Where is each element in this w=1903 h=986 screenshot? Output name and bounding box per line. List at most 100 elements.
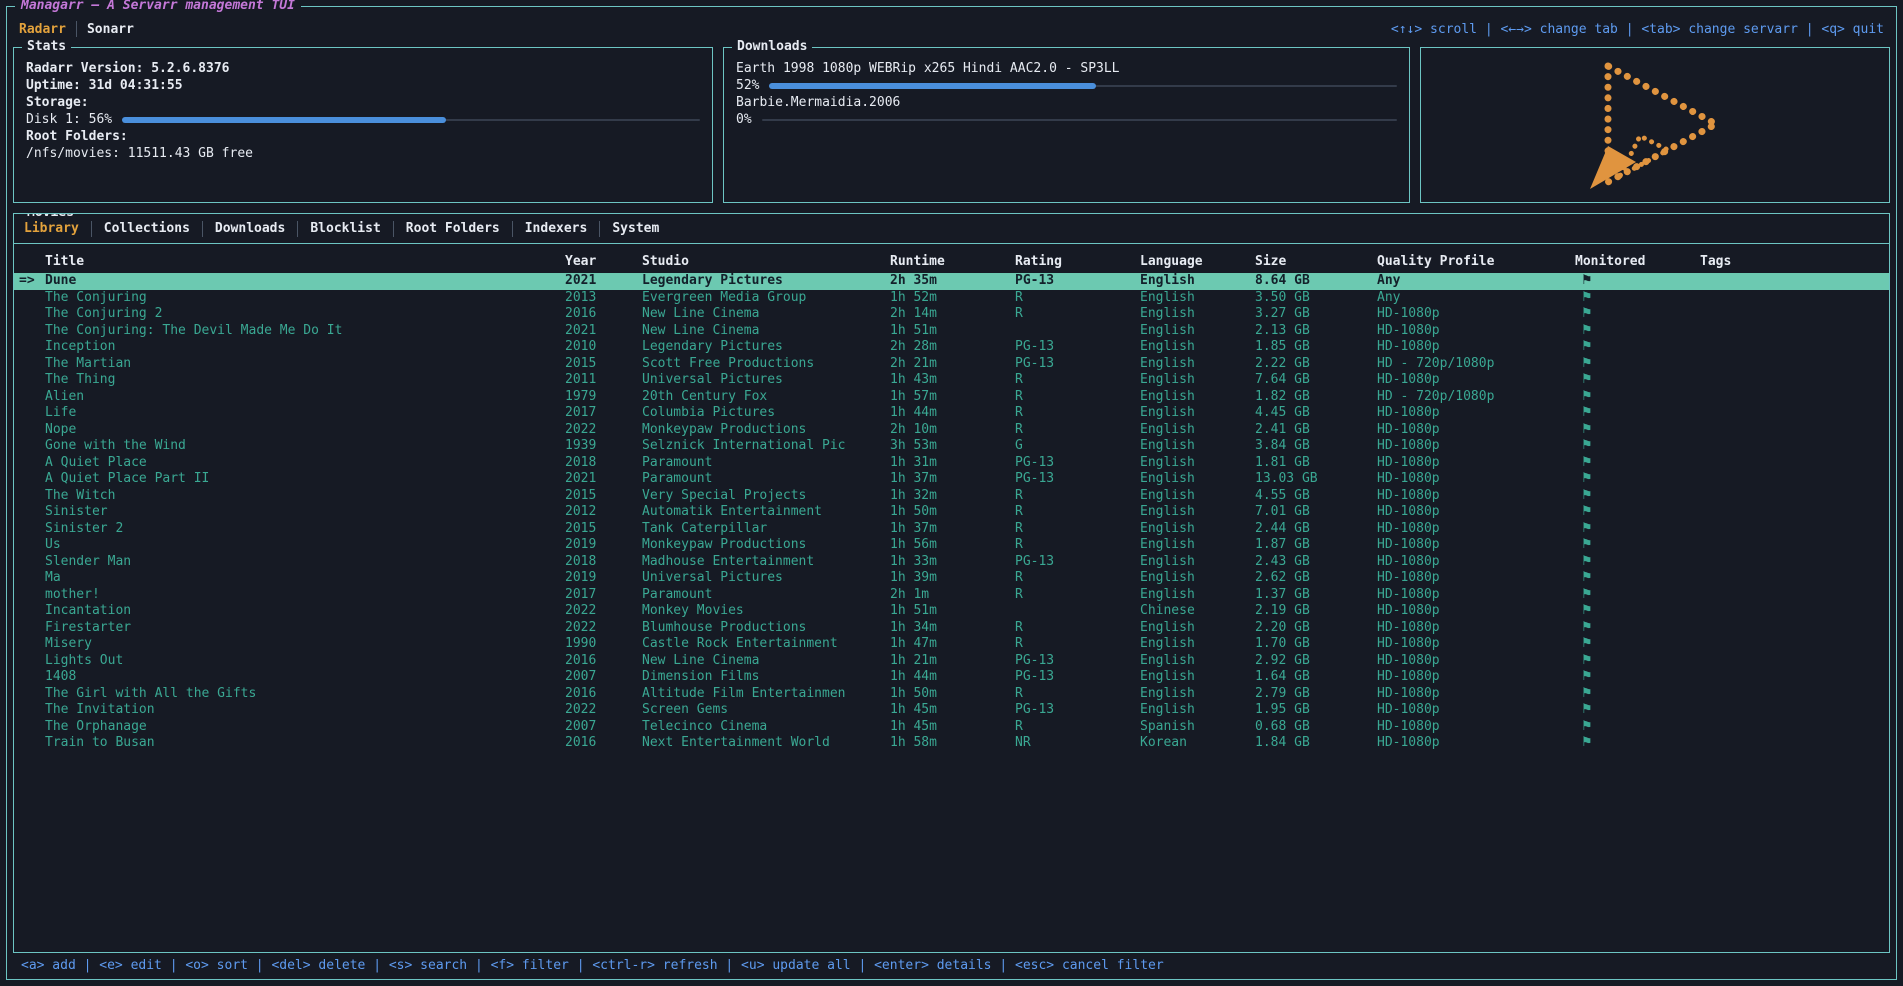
cell-studio: Castle Rock Entertainment: [642, 636, 890, 653]
tab-system[interactable]: System: [612, 221, 659, 236]
monitored-icon: ⚑: [1575, 686, 1700, 703]
monitored-icon: ⚑: [1575, 653, 1700, 670]
table-row[interactable]: The Conjuring2013Evergreen Media Group1h…: [14, 290, 1889, 307]
header-runtime: Runtime: [890, 254, 1015, 269]
table-row[interactable]: Life2017Columbia Pictures1h 44mREnglish4…: [14, 405, 1889, 422]
table-row[interactable]: Ma2019Universal Pictures1h 39mREnglish2.…: [14, 570, 1889, 587]
monitored-icon: ⚑: [1575, 306, 1700, 323]
download-progress-gauge: [769, 83, 1397, 89]
cell-title: mother!: [45, 587, 565, 604]
cell-studio: New Line Cinema: [642, 306, 890, 323]
cell-language: English: [1140, 570, 1255, 587]
table-row[interactable]: Sinister2012Automatik Entertainment1h 50…: [14, 504, 1889, 521]
tab-blocklist[interactable]: Blocklist: [310, 221, 380, 236]
movies-panel: Movies Library Collections Downloads Blo…: [13, 213, 1890, 953]
cell-year: 2013: [565, 290, 642, 307]
table-row[interactable]: Lights Out2016New Line Cinema1h 21mPG-13…: [14, 653, 1889, 670]
cell-title: Train to Busan: [45, 735, 565, 752]
cell-runtime: 1h 57m: [890, 389, 1015, 406]
cell-quality: HD-1080p: [1377, 521, 1575, 538]
cell-rating: PG-13: [1015, 554, 1140, 571]
cell-size: 3.84 GB: [1255, 438, 1377, 455]
cell-rating: R: [1015, 521, 1140, 538]
download-percent-label: 0%: [736, 111, 752, 128]
table-row[interactable]: A Quiet Place Part II2021Paramount1h 37m…: [14, 471, 1889, 488]
tab-collections[interactable]: Collections: [104, 221, 190, 236]
table-row[interactable]: Alien197920th Century Fox1h 57mREnglish1…: [14, 389, 1889, 406]
table-row[interactable]: Inception2010Legendary Pictures2h 28mPG-…: [14, 339, 1889, 356]
cell-studio: Legendary Pictures: [642, 273, 890, 290]
table-row[interactable]: Firestarter2022Blumhouse Productions1h 3…: [14, 620, 1889, 637]
cell-size: 1.81 GB: [1255, 455, 1377, 472]
cell-size: 8.64 GB: [1255, 273, 1377, 290]
table-row[interactable]: mother!2017Paramount2h 1mREnglish1.37 GB…: [14, 587, 1889, 604]
cell-year: 2016: [565, 686, 642, 703]
cell-runtime: 1h 51m: [890, 603, 1015, 620]
cell-runtime: 1h 50m: [890, 504, 1015, 521]
cell-quality: HD-1080p: [1377, 455, 1575, 472]
cell-rating: R: [1015, 372, 1140, 389]
tab-radarr[interactable]: Radarr: [19, 22, 66, 37]
table-row[interactable]: Train to Busan2016Next Entertainment Wor…: [14, 735, 1889, 752]
cell-studio: Very Special Projects: [642, 488, 890, 505]
tab-divider: [512, 221, 513, 237]
cell-runtime: 2h 21m: [890, 356, 1015, 373]
table-row[interactable]: A Quiet Place2018Paramount1h 31mPG-13Eng…: [14, 455, 1889, 472]
table-row[interactable]: The Conjuring: The Devil Made Me Do It20…: [14, 323, 1889, 340]
table-row[interactable]: Sinister 22015Tank Caterpillar1h 37mREng…: [14, 521, 1889, 538]
managarr-logo-icon: [1580, 58, 1730, 192]
cell-quality: HD-1080p: [1377, 653, 1575, 670]
table-row[interactable]: The Orphanage2007Telecinco Cinema1h 45mR…: [14, 719, 1889, 736]
cell-year: 2022: [565, 603, 642, 620]
download-progress-row: 52%: [736, 77, 1397, 94]
cell-studio: Automatik Entertainment: [642, 504, 890, 521]
cell-rating: R: [1015, 636, 1140, 653]
app-title: Managarr — A Servarr management TUI: [15, 0, 301, 15]
table-row[interactable]: 14082007Dimension Films1h 44mPG-13Englis…: [14, 669, 1889, 686]
disk-usage-label: Disk 1: 56%: [26, 111, 112, 128]
cell-rating: PG-13: [1015, 702, 1140, 719]
table-row[interactable]: Nope2022Monkeypaw Productions2h 10mREngl…: [14, 422, 1889, 439]
selection-marker: =>: [14, 273, 45, 290]
cell-quality: HD - 720p/1080p: [1377, 356, 1575, 373]
cell-title: Sinister: [45, 504, 565, 521]
tab-root-folders[interactable]: Root Folders: [406, 221, 500, 236]
cell-rating: R: [1015, 389, 1140, 406]
cell-year: 2016: [565, 653, 642, 670]
table-row[interactable]: Gone with the Wind1939Selznick Internati…: [14, 438, 1889, 455]
monitored-icon: ⚑: [1575, 719, 1700, 736]
monitored-icon: ⚑: [1575, 735, 1700, 752]
table-row[interactable]: Misery1990Castle Rock Entertainment1h 47…: [14, 636, 1889, 653]
tab-sonarr[interactable]: Sonarr: [87, 22, 134, 37]
app-window: Managarr — A Servarr management TUI Rada…: [6, 6, 1897, 980]
cell-language: English: [1140, 405, 1255, 422]
cell-year: 2022: [565, 422, 642, 439]
cell-year: 2017: [565, 405, 642, 422]
cell-rating: G: [1015, 438, 1140, 455]
cell-title: Nope: [45, 422, 565, 439]
table-row[interactable]: Incantation2022Monkey Movies1h 51mChines…: [14, 603, 1889, 620]
cell-year: 2007: [565, 669, 642, 686]
tab-downloads[interactable]: Downloads: [215, 221, 285, 236]
tab-indexers[interactable]: Indexers: [525, 221, 588, 236]
table-row[interactable]: The Witch2015Very Special Projects1h 32m…: [14, 488, 1889, 505]
cell-year: 2022: [565, 702, 642, 719]
cell-runtime: 1h 33m: [890, 554, 1015, 571]
tab-library[interactable]: Library: [24, 221, 79, 236]
table-row[interactable]: Us2019Monkeypaw Productions1h 56mREnglis…: [14, 537, 1889, 554]
table-row[interactable]: The Invitation2022Screen Gems1h 45mPG-13…: [14, 702, 1889, 719]
table-row[interactable]: The Thing2011Universal Pictures1h 43mREn…: [14, 372, 1889, 389]
table-row[interactable]: =>Dune2021Legendary Pictures2h 35mPG-13E…: [14, 273, 1889, 290]
table-row[interactable]: The Martian2015Scott Free Productions2h …: [14, 356, 1889, 373]
cell-studio: Universal Pictures: [642, 570, 890, 587]
cell-runtime: 1h 50m: [890, 686, 1015, 703]
cell-quality: HD-1080p: [1377, 554, 1575, 571]
cell-language: English: [1140, 702, 1255, 719]
cell-year: 2016: [565, 306, 642, 323]
cell-year: 2015: [565, 488, 642, 505]
table-row[interactable]: Slender Man2018Madhouse Entertainment1h …: [14, 554, 1889, 571]
table-row[interactable]: The Conjuring 22016New Line Cinema2h 14m…: [14, 306, 1889, 323]
header-quality-profile: Quality Profile: [1377, 254, 1575, 269]
cell-studio: Universal Pictures: [642, 372, 890, 389]
table-row[interactable]: The Girl with All the Gifts2016Altitude …: [14, 686, 1889, 703]
